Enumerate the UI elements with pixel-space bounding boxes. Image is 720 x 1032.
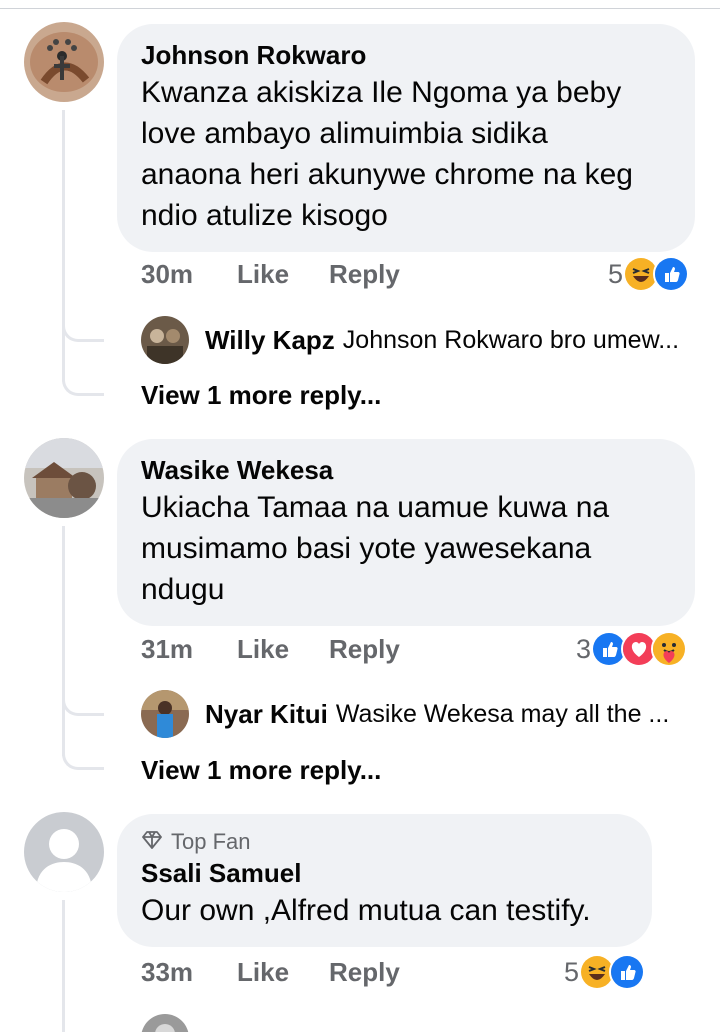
reply-text: Johnson Rokwaro bro umew...: [342, 325, 680, 354]
timestamp: 33m: [141, 956, 194, 987]
avatar[interactable]: [141, 1014, 189, 1032]
thread-connector: [62, 746, 104, 770]
view-more-replies[interactable]: View 1 more reply...: [141, 755, 381, 786]
comment-author[interactable]: Johnson Rokwaro: [141, 38, 671, 72]
reply-button[interactable]: Reply: [329, 957, 400, 988]
thread-line: [62, 900, 65, 1032]
comment-text-line: ndugu: [141, 573, 225, 606]
comment-text-line: ndio atulize kisogo: [141, 199, 388, 232]
thread-connector: [62, 318, 104, 342]
reaction-summary[interactable]: 3: [576, 631, 688, 667]
reaction-summary[interactable]: 5: [608, 256, 690, 292]
reaction-summary[interactable]: 5: [564, 954, 646, 990]
comment-meta: 31m Like Reply: [141, 631, 400, 667]
comment-text-line: love ambayo alimuimbia sidika: [141, 117, 548, 150]
top-divider: [0, 8, 720, 9]
reply-button[interactable]: Reply: [329, 634, 400, 665]
timestamp: 31m: [141, 633, 194, 664]
avatar[interactable]: [24, 812, 104, 892]
reply-preview[interactable]: Willy Kapz Johnson Rokwaro bro umew...: [141, 316, 679, 364]
thread-connector: [62, 372, 104, 396]
avatar[interactable]: [24, 438, 104, 518]
comment-meta: 33m Like Reply: [141, 954, 400, 990]
like-icon: [653, 256, 690, 292]
avatar[interactable]: [141, 690, 189, 738]
reply-button[interactable]: Reply: [329, 259, 400, 290]
reaction-count: 5: [564, 956, 580, 987]
comment-bubble[interactable]: Wasike Wekesa Ukiacha Tamaa na uamue kuw…: [117, 439, 695, 626]
avatar[interactable]: [24, 22, 104, 102]
like-icon: [609, 954, 646, 990]
comment-author[interactable]: Wasike Wekesa: [141, 453, 671, 487]
like-button[interactable]: Like: [237, 957, 329, 988]
reply-preview[interactable]: Nyar Kitui Wasike Wekesa may all the ...: [141, 690, 669, 738]
thread-line: [62, 526, 65, 756]
timestamp: 30m: [141, 258, 194, 289]
reply-text: Wasike Wekesa may all the ...: [335, 699, 670, 728]
top-fan-badge: Top Fan: [141, 828, 628, 856]
comment-bubble[interactable]: Johnson Rokwaro Kwanza akiskiza Ile Ngom…: [117, 24, 695, 252]
comment-text-line: Kwanza akiskiza Ile Ngoma ya beby: [141, 76, 622, 109]
comment-text-line: musimamo basi yote yawesekana: [141, 532, 592, 565]
diamond-icon: [141, 828, 163, 856]
care-icon: [651, 631, 688, 667]
reaction-count: 3: [576, 633, 592, 664]
comment-meta: 30m Like Reply: [141, 256, 400, 292]
comments-page: Johnson Rokwaro Kwanza akiskiza Ile Ngom…: [0, 0, 720, 1032]
avatar[interactable]: [141, 316, 189, 364]
thread-connector: [62, 692, 104, 716]
comment-bubble[interactable]: Top Fan Ssali Samuel Our own ,Alfred mut…: [117, 814, 652, 947]
top-fan-label: Top Fan: [171, 829, 251, 854]
like-button[interactable]: Like: [237, 634, 329, 665]
reaction-count: 5: [608, 258, 624, 289]
thread-line: [62, 110, 65, 380]
like-button[interactable]: Like: [237, 259, 329, 290]
comment-text-line: Ukiacha Tamaa na uamue kuwa na: [141, 491, 610, 524]
comment-text-line: anaona heri akunywe chrome na keg: [141, 158, 633, 191]
reply-author[interactable]: Willy Kapz: [205, 325, 335, 356]
view-more-replies[interactable]: View 1 more reply...: [141, 380, 381, 411]
comment-text-line: Our own ,Alfred mutua can testify.: [141, 894, 591, 927]
reply-author[interactable]: Nyar Kitui: [205, 699, 328, 730]
comment-author[interactable]: Ssali Samuel: [141, 856, 628, 890]
